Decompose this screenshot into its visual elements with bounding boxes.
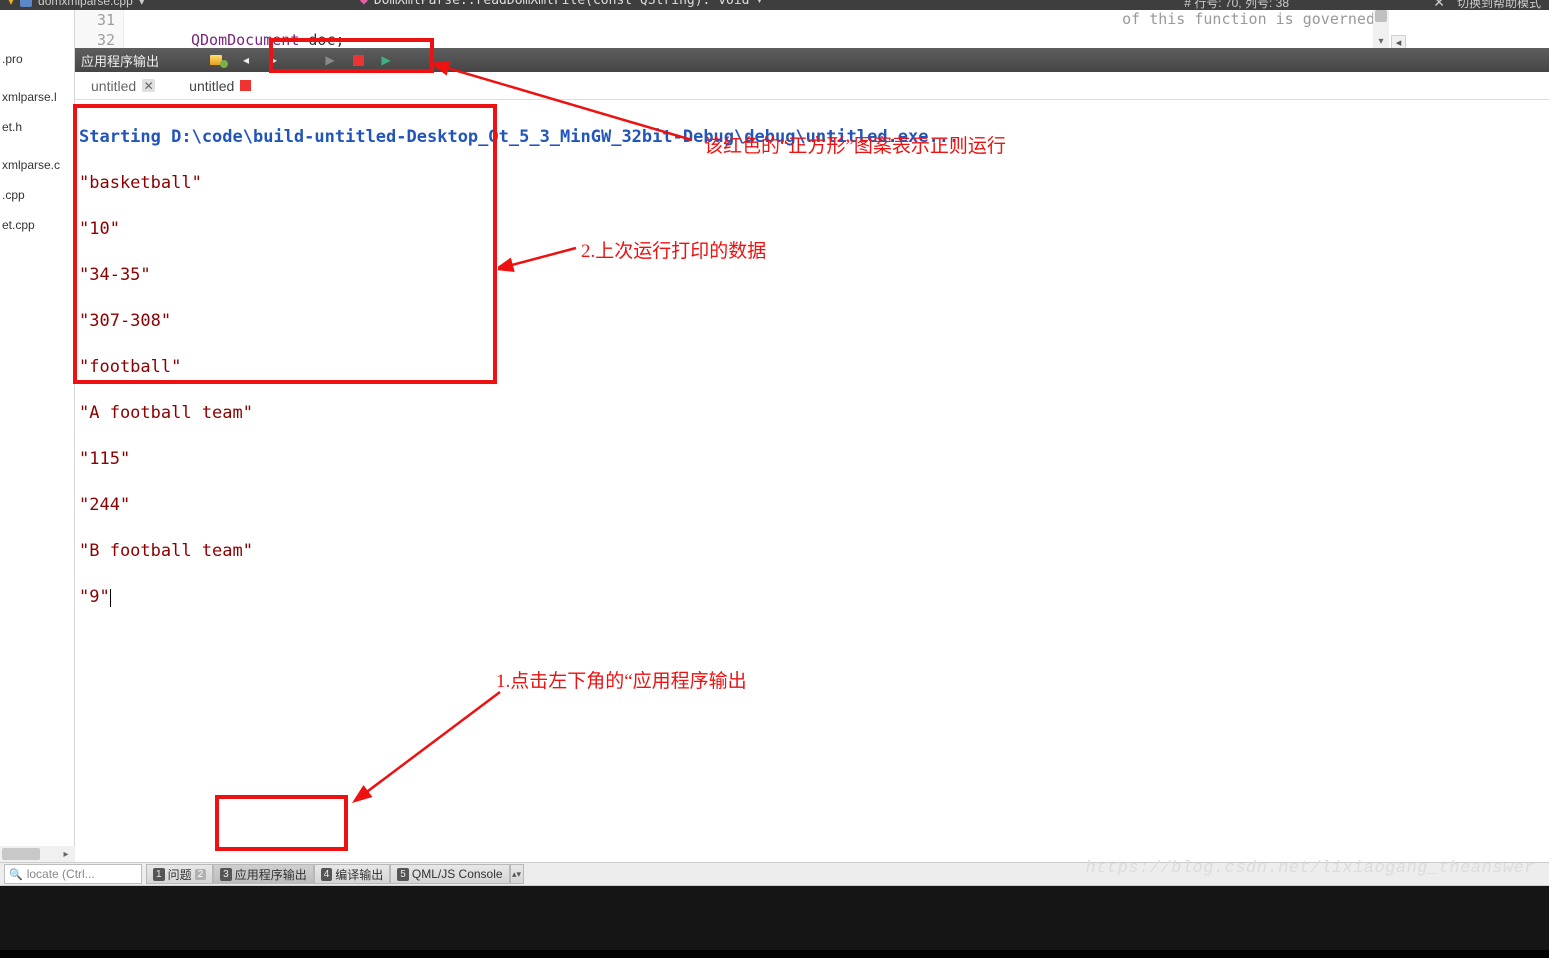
prev-output-icon[interactable]: ◂	[237, 51, 255, 69]
preferences-icon[interactable]	[209, 51, 227, 69]
watermark: https://blog.csdn.net/lixiaogang_theansw…	[1086, 859, 1535, 878]
close-tab-icon[interactable]: ✕	[142, 79, 155, 92]
output-line: "244"	[79, 494, 1545, 517]
output-line: "basketball"	[79, 172, 1545, 195]
search-icon: 🔍	[9, 868, 23, 881]
function-dropdown-icon[interactable]: ▾	[756, 0, 764, 8]
sidebar-item[interactable]: xmlparse.c	[0, 150, 74, 180]
top-bar: ▾ domxmlparse.cpp ▾ ◆ DomXmlParse::readD…	[0, 0, 1549, 10]
output-line: "34-35"	[79, 264, 1545, 287]
output-line: "football"	[79, 356, 1545, 379]
editor-vscroll[interactable]: ▾	[1373, 10, 1389, 48]
line-gutter: 31 32	[75, 10, 124, 50]
current-file-label[interactable]: domxmlparse.cpp	[38, 0, 133, 8]
qml-console-pane-button[interactable]: 5 QML/JS Console	[390, 864, 509, 884]
output-body[interactable]: Starting D:\code\build-untitled-Desktop_…	[75, 100, 1549, 846]
output-toolbar: 应用程序输出 ◂ ▸ ▶ ▶	[75, 48, 1549, 72]
output-line: "307-308"	[79, 310, 1545, 333]
output-tab-label: untitled	[91, 78, 136, 94]
os-taskbar	[0, 886, 1549, 958]
function-icon: ◆	[360, 0, 368, 8]
project-sidebar: .pro xmlparse.l et.h xmlparse.c .cpp et.…	[0, 10, 75, 846]
output-line: "A football team"	[79, 402, 1545, 425]
code-comment: of this function is governed	[1122, 10, 1375, 28]
issues-pane-button[interactable]: 1 问题 2	[146, 864, 213, 884]
sidebar-item[interactable]: .pro	[0, 44, 74, 74]
output-tab[interactable]: untitled	[183, 74, 257, 98]
pane-number: 1	[153, 868, 165, 881]
compile-output-pane-button[interactable]: 4 编译输出	[314, 864, 391, 884]
scrollbar-thumb[interactable]	[2, 848, 40, 860]
scrollbar-down-arrow[interactable]: ▾	[1373, 34, 1389, 48]
scrollbar-thumb[interactable]	[1375, 10, 1387, 22]
annotation-text: 2.上次运行打印的数据	[581, 236, 766, 263]
pane-number: 4	[321, 868, 333, 881]
sidebar-hscroll[interactable]: ▸	[0, 846, 75, 862]
locator-search[interactable]: 🔍 locate (Ctrl...	[4, 864, 142, 884]
output-tab-label: untitled	[189, 78, 234, 94]
file-icon	[20, 0, 32, 7]
issues-count-badge: 2	[195, 869, 207, 880]
output-line: "9"	[79, 586, 1545, 609]
next-output-icon[interactable]: ▸	[265, 51, 283, 69]
line-number: 32	[75, 30, 115, 50]
stop-icon[interactable]	[349, 51, 367, 69]
code-editor[interactable]: QDomDocument doc; of this function is go…	[131, 10, 1375, 50]
sidebar-item[interactable]: et.cpp	[0, 210, 74, 240]
pane-label: 应用程序输出	[235, 866, 307, 883]
file-dropdown-icon[interactable]: ▾	[8, 0, 14, 8]
breadcrumb-dropdown-icon[interactable]: ▾	[139, 0, 145, 8]
pane-number: 5	[397, 868, 409, 881]
pane-label: 问题	[168, 866, 192, 883]
sidebar-item[interactable]: xmlparse.l	[0, 82, 74, 112]
text-cursor	[110, 589, 111, 607]
pane-stepper[interactable]: ▴▾	[510, 864, 524, 884]
help-panel: ◂	[1391, 10, 1549, 50]
annotation-text: 该红色的“正方形”图案表示正则运行	[704, 131, 1006, 158]
output-line: "B football team"	[79, 540, 1545, 563]
app-output-pane-button[interactable]: 3 应用程序输出	[213, 864, 314, 884]
scrollbar-right-arrow[interactable]: ▸	[59, 846, 73, 862]
locator-placeholder: locate (Ctrl...	[27, 867, 95, 881]
output-line: "115"	[79, 448, 1545, 471]
output-panel-title: 应用程序输出	[81, 51, 159, 70]
cursor-position: # 行号: 70, 列号: 38	[1184, 0, 1289, 10]
pane-label: 编译输出	[335, 866, 383, 883]
run-icon[interactable]: ▶	[321, 51, 339, 69]
run-debug-icon[interactable]: ▶	[377, 51, 395, 69]
output-tabs: untitled ✕ untitled	[75, 72, 1549, 100]
pane-label: QML/JS Console	[412, 867, 503, 881]
function-breadcrumb[interactable]: DomXmlParse::readDomXmlFile(const QStrin…	[374, 0, 750, 8]
pane-number: 3	[220, 868, 232, 881]
output-tab[interactable]: untitled ✕	[85, 74, 161, 98]
sidebar-item[interactable]: .cpp	[0, 180, 74, 210]
annotation-text: 1.点击左下角的“应用程序输出	[496, 666, 747, 693]
line-number: 31	[75, 10, 115, 30]
sidebar-item[interactable]: et.h	[0, 112, 74, 142]
output-line: "10"	[79, 218, 1545, 241]
running-indicator-icon	[240, 80, 251, 91]
